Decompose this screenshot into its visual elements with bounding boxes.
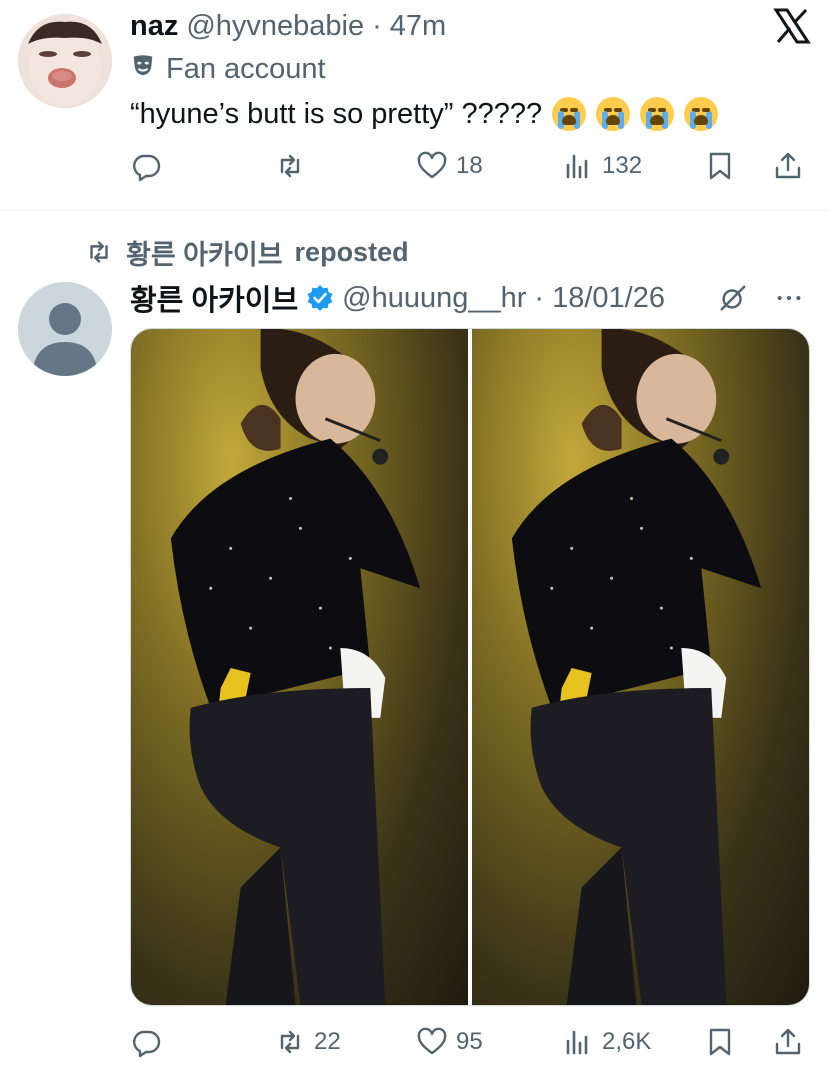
share-icon xyxy=(775,1028,801,1055)
share-button[interactable] xyxy=(772,144,804,188)
repost-user[interactable]: 황른 아카이브 xyxy=(126,233,283,272)
repost-icon xyxy=(90,241,108,263)
views-icon xyxy=(566,154,588,179)
timestamp[interactable]: 47m xyxy=(390,10,446,43)
share-button[interactable] xyxy=(772,1020,804,1064)
like-button[interactable]: 18 xyxy=(416,144,483,188)
bookmark-button[interactable] xyxy=(704,1020,736,1064)
handle[interactable]: @huuung__hr xyxy=(342,282,526,315)
media-grid[interactable] xyxy=(130,328,810,1006)
divider xyxy=(0,210,828,211)
media-photo[interactable] xyxy=(131,329,468,1005)
tweet2-actions: 22 95 2,6K xyxy=(130,1020,810,1064)
avatar-naz[interactable] xyxy=(18,14,112,108)
separator: · xyxy=(534,281,545,314)
repost-banner[interactable]: 황른 아카이브 reposted xyxy=(84,234,409,270)
tweet-text-body: “hyune’s butt is so pretty” ????? xyxy=(130,97,543,130)
tweet1-actions: 18 132 xyxy=(130,144,810,188)
reply-icon xyxy=(133,1030,161,1058)
reply-button[interactable] xyxy=(130,144,170,188)
avatar-default[interactable] xyxy=(18,282,112,376)
like-count: 18 xyxy=(456,152,483,179)
crying-face-icon xyxy=(640,97,675,131)
like-icon xyxy=(417,1027,447,1055)
crying-face-icon xyxy=(596,97,631,131)
like-button[interactable]: 95 xyxy=(416,1020,483,1064)
bookmark-button[interactable] xyxy=(704,144,736,188)
theater-masks-icon xyxy=(130,52,156,86)
grok-icon[interactable] xyxy=(718,283,748,313)
views-button[interactable]: 2,6K xyxy=(562,1020,651,1064)
repost-suffix: reposted xyxy=(294,236,409,267)
views-button[interactable]: 132 xyxy=(562,144,642,188)
crying-face-icon xyxy=(684,97,719,131)
repost-count: 22 xyxy=(314,1028,341,1055)
repost-button[interactable] xyxy=(274,144,314,188)
view-count: 132 xyxy=(602,152,643,179)
view-count: 2,6K xyxy=(602,1028,652,1055)
separator: · xyxy=(372,9,382,42)
like-icon xyxy=(417,151,447,179)
media-photo[interactable] xyxy=(472,329,809,1005)
bookmark-icon xyxy=(709,152,731,180)
bookmark-icon xyxy=(709,1028,731,1056)
repost-button[interactable]: 22 xyxy=(274,1020,341,1064)
views-icon xyxy=(566,1030,588,1055)
reply-icon xyxy=(133,154,161,182)
verified-badge-icon xyxy=(307,285,333,311)
like-count: 95 xyxy=(456,1028,483,1055)
repost-icon xyxy=(280,154,300,178)
display-name[interactable]: naz xyxy=(130,10,178,43)
account-label-text: Fan account xyxy=(166,52,326,85)
display-name[interactable]: 황른 아카이브 xyxy=(130,277,298,319)
share-icon xyxy=(775,152,801,179)
tweet-text: “hyune’s butt is so pretty” ????? xyxy=(130,92,719,136)
timestamp[interactable]: 18/01/26 xyxy=(552,282,665,315)
repost-icon xyxy=(280,1030,300,1054)
crying-face-icon xyxy=(552,97,587,131)
reply-button[interactable] xyxy=(130,1020,170,1064)
x-logo-icon[interactable] xyxy=(772,6,812,46)
account-label[interactable]: Fan account xyxy=(130,52,326,86)
handle[interactable]: @hyvnebabie xyxy=(186,10,364,43)
more-icon[interactable] xyxy=(774,283,804,313)
